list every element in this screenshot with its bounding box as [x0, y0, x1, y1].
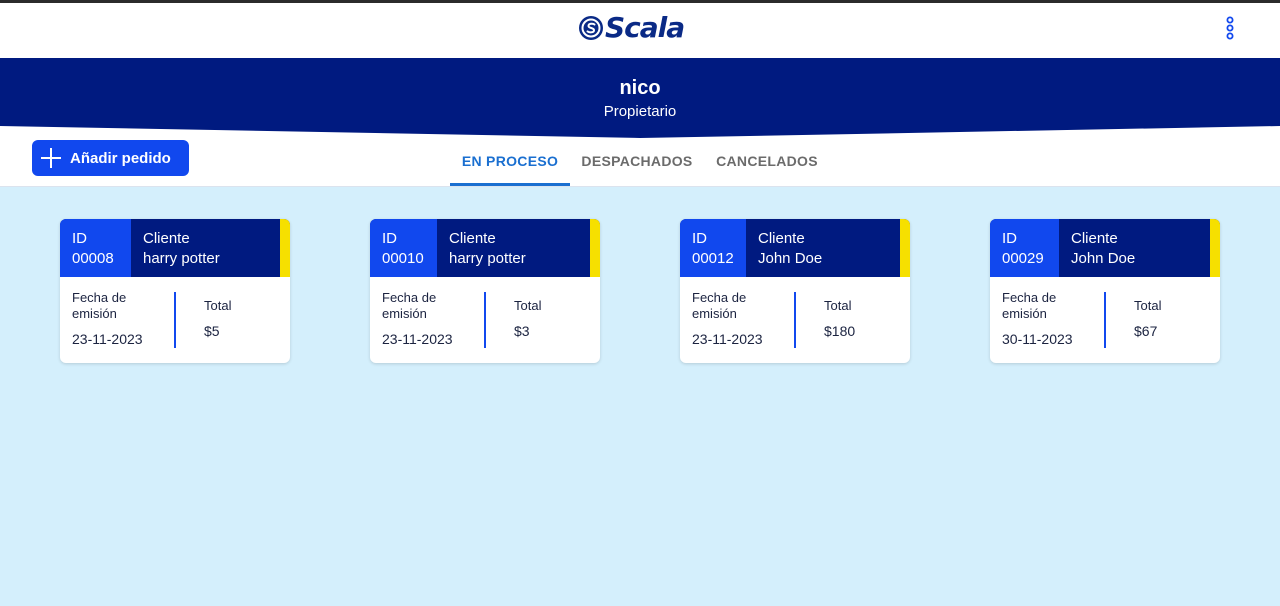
order-id-block: ID 00010: [370, 219, 437, 277]
tab-cancelados[interactable]: CANCELADOS: [708, 140, 826, 186]
order-total-label: Total: [514, 298, 542, 313]
order-divider: [174, 292, 176, 348]
order-id-label: ID: [72, 230, 87, 247]
add-order-label: Añadir pedido: [70, 149, 171, 167]
order-id: 00029: [1002, 250, 1044, 267]
order-id-block: ID 00012: [680, 219, 746, 277]
plus-icon: [41, 148, 61, 168]
order-date: 23-11-2023: [72, 331, 143, 347]
order-card[interactable]: ID 00008 Cliente harry potter Fecha de e…: [60, 219, 290, 363]
logo-wordmark: Scala: [605, 11, 685, 44]
order-total: $3: [514, 323, 530, 339]
order-card[interactable]: ID 00010 Cliente harry potter Fecha de e…: [370, 219, 600, 363]
order-total-label: Total: [1134, 298, 1162, 313]
order-divider: [484, 292, 486, 348]
order-card[interactable]: ID 00012 Cliente John Doe Fecha de emisi…: [680, 219, 910, 363]
more-options-icon[interactable]: [1220, 15, 1240, 43]
order-status-stripe: [280, 219, 290, 277]
order-client-label: Cliente: [143, 230, 190, 247]
order-total-label: Total: [204, 298, 232, 313]
order-client-block: Cliente harry potter: [143, 219, 220, 277]
order-client-block: Cliente John Doe: [1071, 219, 1135, 277]
order-client: John Doe: [1071, 250, 1136, 267]
tab-despachados[interactable]: DESPACHADOS: [574, 140, 700, 186]
user-role: Propietario: [603, 103, 677, 120]
user-name: nico: [619, 77, 661, 99]
order-id: 00008: [72, 250, 114, 267]
order-date-label: Fecha de emisión: [692, 290, 747, 321]
order-id: 00012: [692, 250, 734, 267]
order-divider: [1104, 292, 1106, 348]
order-client: harry potter: [449, 250, 526, 267]
tab-en-proceso[interactable]: EN PROCESO: [450, 140, 570, 186]
order-divider: [794, 292, 796, 348]
order-id-block: ID 00008: [60, 219, 131, 277]
order-client-label: Cliente: [449, 230, 496, 247]
order-status-stripe: [590, 219, 600, 277]
order-date: 23-11-2023: [692, 331, 763, 347]
order-card[interactable]: ID 00029 Cliente John Doe Fecha de emisi…: [990, 219, 1220, 363]
order-date-label: Fecha de emisión: [382, 290, 437, 321]
order-id-block: ID 00029: [990, 219, 1059, 277]
order-client-label: Cliente: [758, 230, 805, 247]
order-status-stripe: [1210, 219, 1220, 277]
order-date-label: Fecha de emisión: [72, 290, 127, 321]
order-date: 30-11-2023: [1002, 331, 1073, 347]
order-id-label: ID: [1002, 230, 1017, 247]
order-client-block: Cliente harry potter: [449, 219, 526, 277]
order-id: 00010: [382, 250, 424, 267]
order-date-label: Fecha de emisión: [1002, 290, 1057, 321]
order-date: 23-11-2023: [382, 331, 453, 347]
order-client: John Doe: [758, 250, 823, 267]
order-client-label: Cliente: [1071, 230, 1118, 247]
order-total-label: Total: [824, 298, 852, 313]
order-id-label: ID: [382, 230, 397, 247]
order-id-label: ID: [692, 230, 707, 247]
scala-logo-icon: [579, 16, 603, 40]
order-total: $67: [1134, 323, 1158, 339]
app-logo: Scala: [578, 11, 685, 44]
order-total: $180: [824, 323, 856, 339]
order-total: $5: [204, 323, 220, 339]
order-client-block: Cliente John Doe: [758, 219, 822, 277]
order-status-stripe: [900, 219, 910, 277]
order-client: harry potter: [143, 250, 220, 267]
add-order-button[interactable]: Añadir pedido: [32, 140, 189, 176]
